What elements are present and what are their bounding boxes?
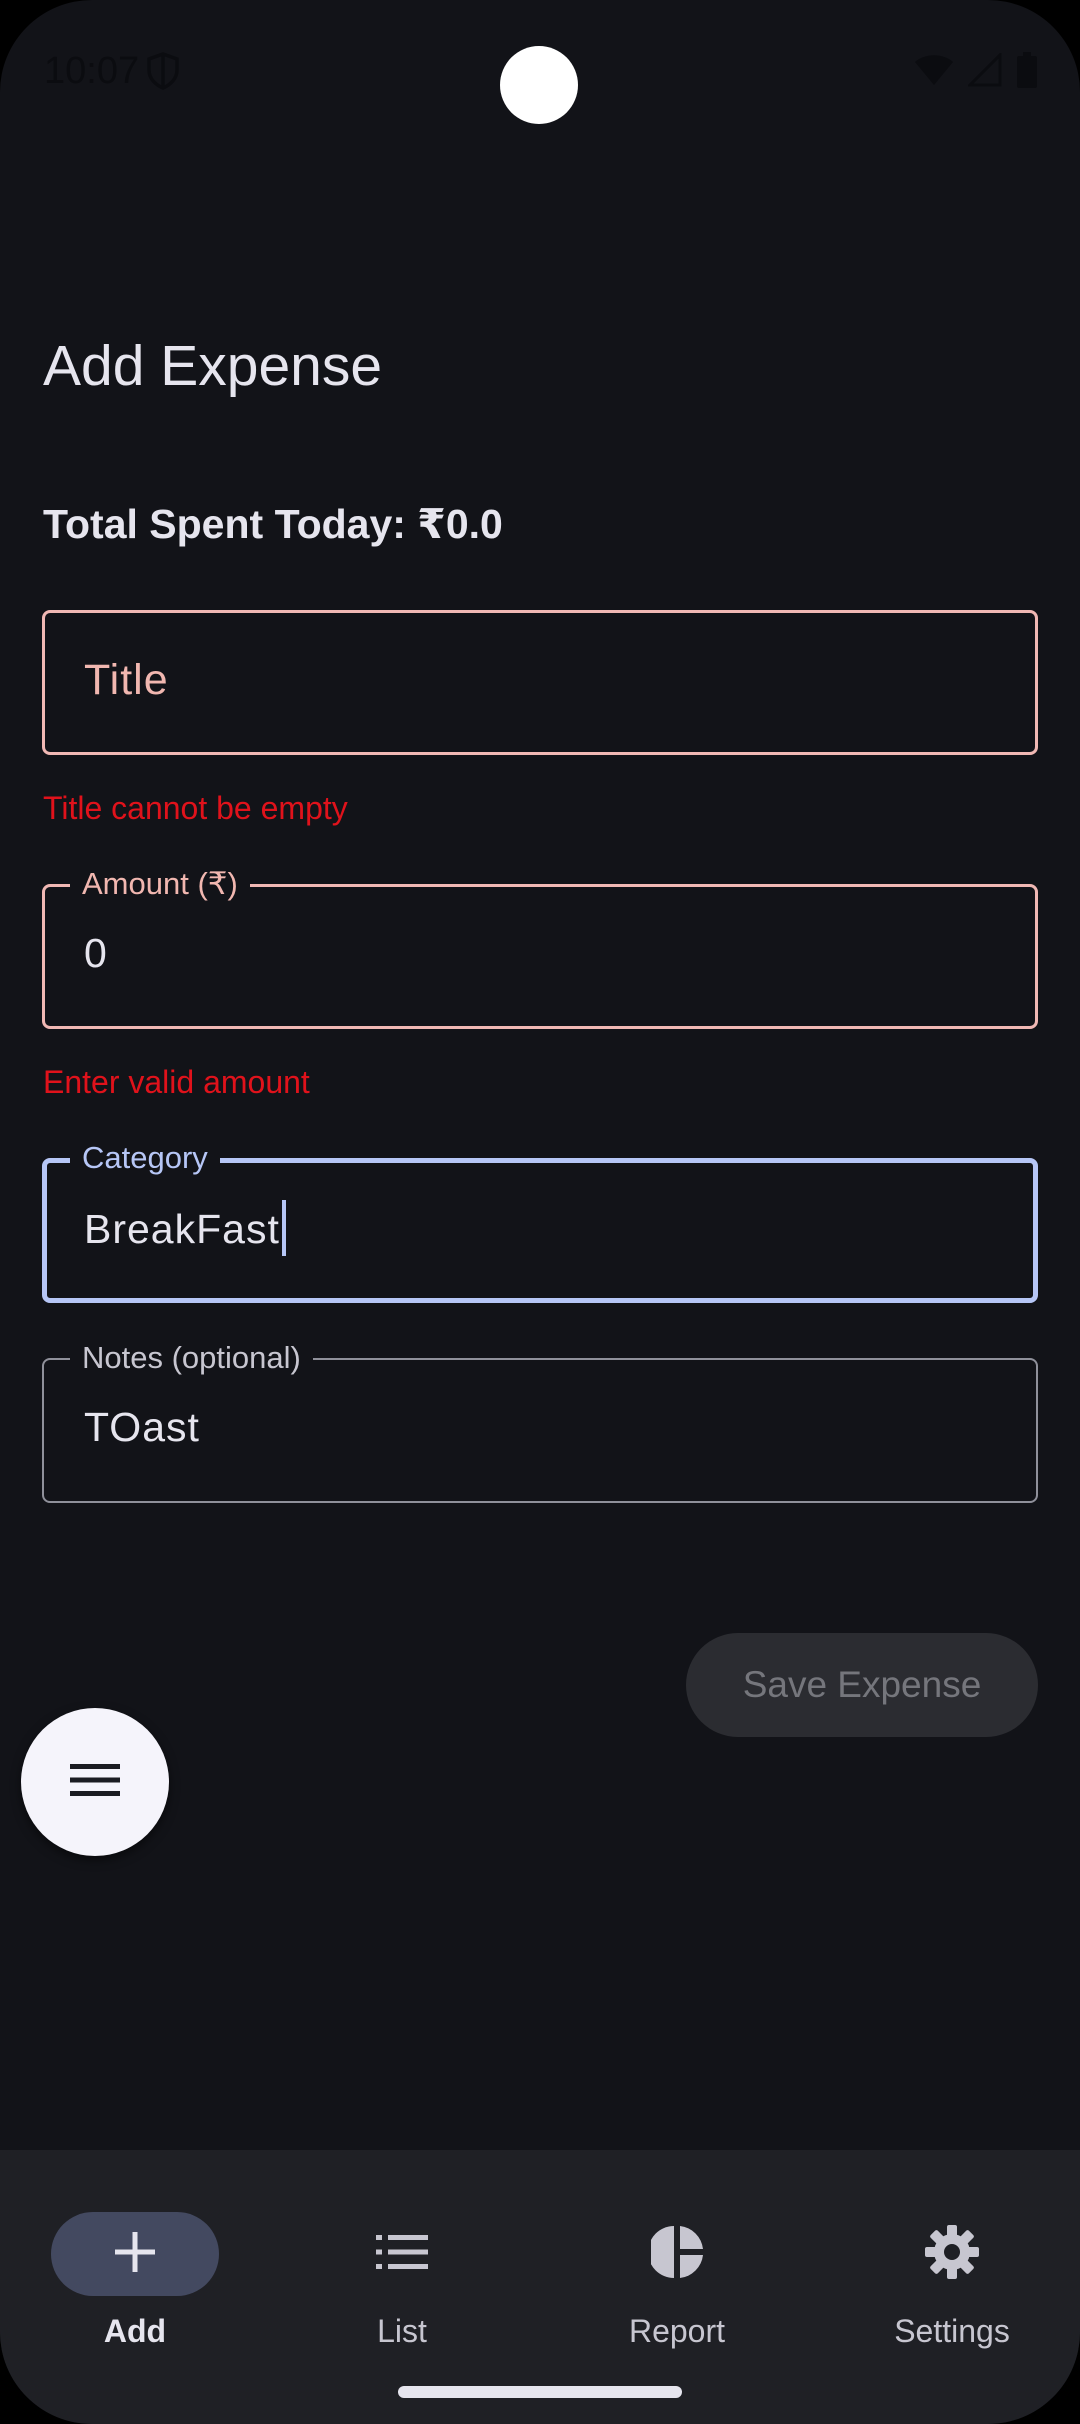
pie-chart-icon bbox=[648, 2225, 703, 2283]
battery-icon bbox=[1016, 52, 1038, 88]
menu-fab[interactable] bbox=[21, 1708, 169, 1856]
nav-icon-wrap-settings bbox=[868, 2212, 1036, 2296]
gear-icon bbox=[925, 2224, 979, 2284]
shield-icon bbox=[146, 52, 180, 90]
amount-value: 0 bbox=[84, 930, 108, 976]
category-value: BreakFast bbox=[84, 1205, 280, 1252]
nav-label-report: Report bbox=[628, 2313, 726, 2349]
amount-field-outline bbox=[42, 884, 1038, 1029]
total-spent-today: Total Spent Today: ₹0.0 bbox=[43, 501, 503, 547]
bottom-navigation: Add List Report Settings bbox=[0, 2150, 1080, 2424]
status-icons bbox=[914, 52, 1038, 88]
notes-value: TOast bbox=[84, 1404, 200, 1450]
home-indicator[interactable] bbox=[398, 2386, 682, 2398]
nav-label-add: Add bbox=[103, 2313, 167, 2349]
page-title: Add Expense bbox=[43, 334, 383, 398]
title-error: Title cannot be empty bbox=[43, 790, 348, 826]
nav-label-settings: Settings bbox=[894, 2313, 1010, 2349]
nav-icon-wrap-list bbox=[318, 2212, 486, 2296]
list-icon bbox=[376, 2233, 428, 2276]
nav-item-report[interactable]: Report bbox=[542, 2180, 812, 2349]
menu-icon bbox=[70, 1762, 120, 1803]
notes-field[interactable]: Notes (optional) TOast bbox=[42, 1339, 1038, 1503]
notes-label: Notes (optional) bbox=[70, 1339, 313, 1377]
nav-label-list: List bbox=[377, 2313, 427, 2349]
nav-icon-wrap-report bbox=[593, 2212, 761, 2296]
status-time: 10:07 bbox=[44, 50, 140, 92]
nav-active-indicator bbox=[51, 2212, 219, 2296]
camera-cutout bbox=[500, 46, 578, 124]
app-screen: 10:07 Add Expense Total Spent Today: ₹0.… bbox=[0, 0, 1080, 2424]
signal-icon bbox=[968, 53, 1002, 87]
save-expense-button[interactable]: Save Expense bbox=[686, 1633, 1038, 1737]
title-placeholder: Title bbox=[84, 656, 169, 704]
nav-item-add[interactable]: Add bbox=[0, 2180, 270, 2349]
amount-error: Enter valid amount bbox=[43, 1064, 310, 1100]
category-value-wrap: BreakFast bbox=[84, 1200, 286, 1260]
category-label: Category bbox=[70, 1139, 220, 1177]
nav-item-list[interactable]: List bbox=[267, 2180, 537, 2349]
amount-label: Amount (₹) bbox=[70, 865, 250, 903]
wifi-icon bbox=[914, 54, 954, 86]
category-field[interactable]: Category BreakFast bbox=[42, 1139, 1038, 1303]
title-field-outline bbox=[42, 610, 1038, 755]
nav-item-settings[interactable]: Settings bbox=[817, 2180, 1080, 2349]
add-icon bbox=[115, 2231, 155, 2277]
text-cursor bbox=[281, 1200, 286, 1256]
amount-field[interactable]: Amount (₹) 0 bbox=[42, 865, 1038, 1029]
title-field[interactable]: Title bbox=[42, 610, 1038, 755]
